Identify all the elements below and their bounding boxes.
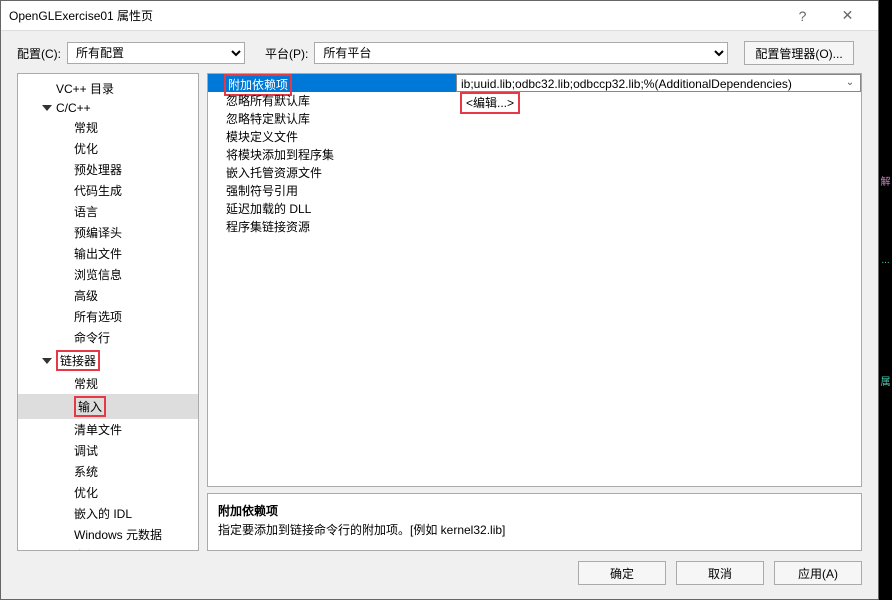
grid-row-ignore-specific[interactable]: 忽略特定默认库: [208, 110, 861, 128]
tree-linker-system[interactable]: 系统: [18, 461, 198, 482]
tree-ccpp-pch[interactable]: 预编译头: [18, 222, 198, 243]
tree-linker-debug[interactable]: 调试: [18, 440, 198, 461]
description-text: 指定要添加到链接命令行的附加项。[例如 kernel32.lib]: [218, 521, 851, 538]
tree-ccpp-output[interactable]: 输出文件: [18, 243, 198, 264]
grid-row-module-def[interactable]: 模块定义文件: [208, 128, 861, 146]
tree-linker-general[interactable]: 常规: [18, 373, 198, 394]
config-manager-button[interactable]: 配置管理器(O)...: [744, 41, 853, 65]
tree-linker-idl[interactable]: 嵌入的 IDL: [18, 503, 198, 524]
grid-row-additional-deps[interactable]: 附加依赖项 ib;uuid.lib;odbc32.lib;odbccp32.li…: [208, 74, 861, 92]
tree-ccpp-browse[interactable]: 浏览信息: [18, 264, 198, 285]
tree-ccpp-general[interactable]: 常规: [18, 117, 198, 138]
tree-ccpp-preprocessor[interactable]: 预处理器: [18, 159, 198, 180]
grid-row-embed-res[interactable]: 嵌入托管资源文件: [208, 164, 861, 182]
apply-button[interactable]: 应用(A): [774, 561, 862, 585]
description-title: 附加依赖项: [218, 502, 851, 519]
grid-row-ignore-all[interactable]: 忽略所有默认库 <编辑...>: [208, 92, 861, 110]
chevron-down-icon: [42, 105, 52, 111]
platform-label: 平台(P):: [265, 45, 308, 62]
window-title: OpenGLExercise01 属性页: [9, 7, 153, 24]
platform-select[interactable]: 所有平台: [314, 42, 728, 64]
strip-label: 解: [879, 160, 892, 200]
close-icon[interactable]: ✕: [825, 1, 870, 31]
grid-row-delay-dll[interactable]: 延迟加载的 DLL: [208, 200, 861, 218]
annotation-box: 输入: [74, 396, 106, 417]
grid-row-force-symbol[interactable]: 强制符号引用: [208, 182, 861, 200]
tree-vcpp-dir[interactable]: VC++ 目录: [18, 78, 198, 99]
strip-label: ...: [879, 240, 892, 280]
ide-right-strip: 解 ... 属: [879, 0, 892, 600]
config-select[interactable]: 所有配置: [67, 42, 245, 64]
strip-label: 属: [879, 360, 892, 400]
description-panel: 附加依赖项 指定要添加到链接命令行的附加项。[例如 kernel32.lib]: [207, 493, 862, 551]
tree-linker[interactable]: 链接器: [18, 348, 198, 373]
category-tree[interactable]: VC++ 目录 C/C++ 常规 优化 预处理器 代码生成 语言 预编译头 输出…: [17, 73, 199, 551]
tree-ccpp[interactable]: C/C++: [18, 99, 198, 117]
help-icon[interactable]: ?: [780, 1, 825, 31]
ok-button[interactable]: 确定: [578, 561, 666, 585]
tree-ccpp-language[interactable]: 语言: [18, 201, 198, 222]
grid-value-ignore-all[interactable]: <编辑...>: [456, 92, 861, 110]
cancel-button[interactable]: 取消: [676, 561, 764, 585]
chevron-down-icon: [42, 358, 52, 364]
titlebar: OpenGLExercise01 属性页 ? ✕: [1, 1, 878, 31]
grid-value-additional-deps[interactable]: ib;uuid.lib;odbc32.lib;odbccp32.lib;%(Ad…: [456, 74, 861, 92]
annotation-box: 链接器: [56, 350, 100, 371]
tree-linker-input[interactable]: 输入: [18, 394, 198, 419]
grid-row-assembly-link[interactable]: 程序集链接资源: [208, 218, 861, 236]
tree-linker-winmd[interactable]: Windows 元数据: [18, 524, 198, 545]
tree-linker-optimize[interactable]: 优化: [18, 482, 198, 503]
chevron-down-icon[interactable]: ⌄: [842, 75, 858, 91]
tree-ccpp-advanced[interactable]: 高级: [18, 285, 198, 306]
tree-linker-manifest[interactable]: 清单文件: [18, 419, 198, 440]
dialog-window: OpenGLExercise01 属性页 ? ✕ 配置(C): 所有配置 平台(…: [0, 0, 879, 600]
grid-row-add-assembly[interactable]: 将模块添加到程序集: [208, 146, 861, 164]
property-grid[interactable]: 附加依赖项 ib;uuid.lib;odbc32.lib;odbccp32.li…: [207, 73, 862, 487]
tree-ccpp-optimize[interactable]: 优化: [18, 138, 198, 159]
tree-ccpp-alloptions[interactable]: 所有选项: [18, 306, 198, 327]
tree-ccpp-cmdline[interactable]: 命令行: [18, 327, 198, 348]
dialog-buttons: 确定 取消 应用(A): [1, 551, 878, 595]
config-row: 配置(C): 所有配置 平台(P): 所有平台 配置管理器(O)...: [1, 31, 878, 73]
config-label: 配置(C):: [17, 45, 61, 62]
tree-ccpp-codegen[interactable]: 代码生成: [18, 180, 198, 201]
tree-linker-advanced[interactable]: 高级: [18, 545, 198, 551]
